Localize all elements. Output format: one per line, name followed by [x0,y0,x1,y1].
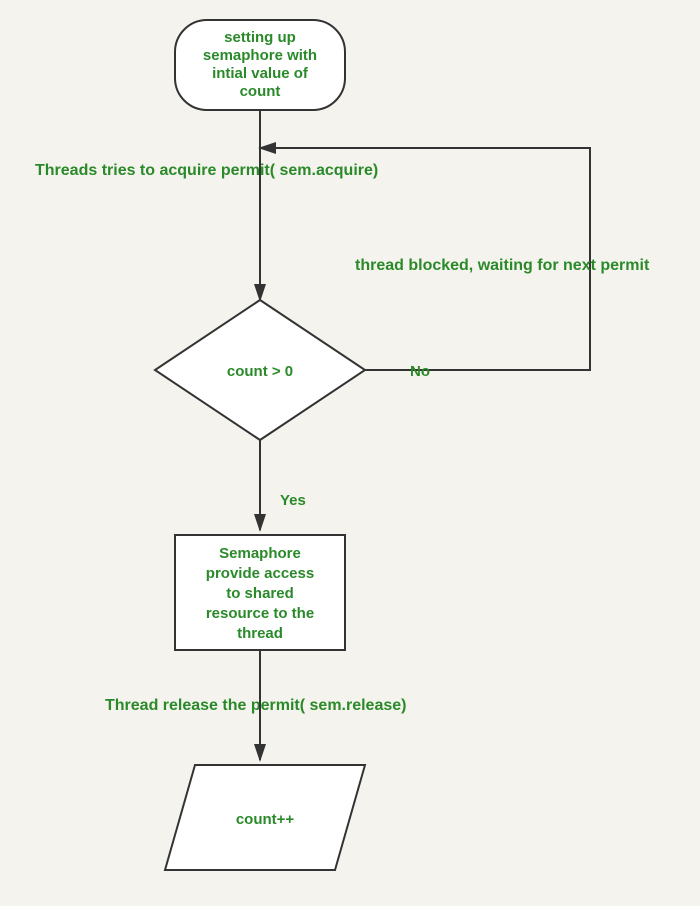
no-label: No [410,363,430,380]
process-text-4: resource to the [206,605,314,622]
start-text-4: count [240,83,281,100]
process-text-5: thread [237,625,283,642]
final-text: count++ [236,811,295,828]
release-label: Thread release the permit( sem.release) [105,697,406,714]
final-node: count++ [165,765,365,870]
decision-node: count > 0 [155,300,365,440]
start-text-2: semaphore with [203,47,317,64]
start-text-1: setting up [224,29,296,46]
process-text-1: Semaphore [219,545,301,562]
yes-label: Yes [280,492,306,509]
acquire-label: Threads tries to acquire permit( sem.acq… [35,162,378,179]
process-node: Semaphore provide access to shared resou… [175,535,345,650]
blocked-label: thread blocked, waiting for next permit [355,257,650,274]
process-text-3: to shared [226,585,294,602]
decision-text: count > 0 [227,363,293,380]
start-text-3: intial value of [212,65,309,82]
start-node: setting up semaphore with intial value o… [175,20,345,110]
process-text-2: provide access [206,565,314,582]
flowchart: setting up semaphore with intial value o… [0,0,700,906]
